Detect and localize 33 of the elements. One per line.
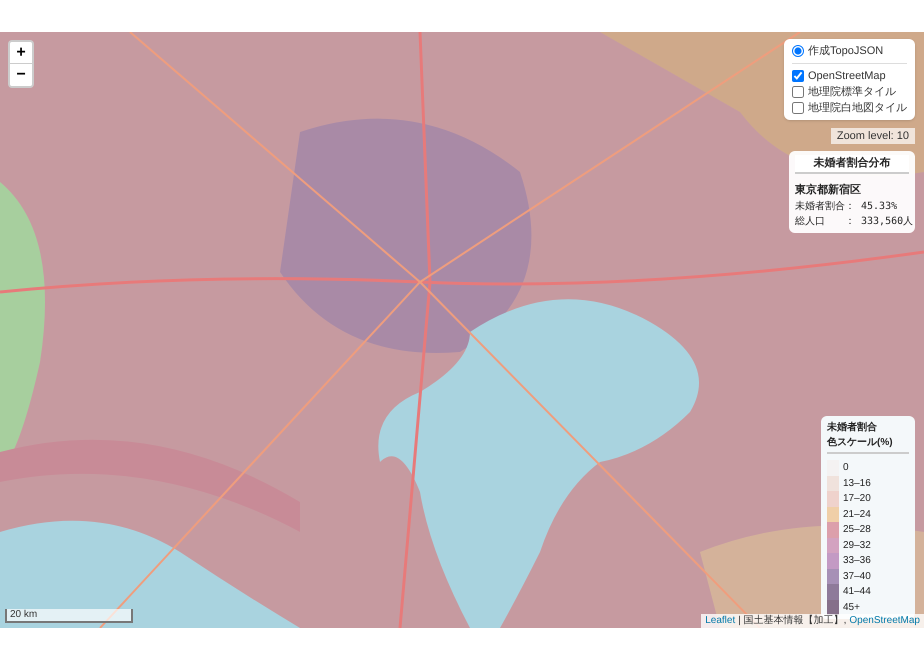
legend-label: 41–44	[843, 585, 871, 600]
legend-label: 29–32	[843, 538, 871, 553]
zoom-out-button[interactable]: −	[10, 64, 32, 86]
zoom-in-button[interactable]: +	[10, 42, 32, 64]
legend-title: 色スケール(%)	[827, 436, 894, 450]
layer-checkbox[interactable]	[792, 86, 804, 98]
legend-label: 13–16	[843, 476, 871, 491]
zoom-level-label: Zoom level: 10	[830, 128, 915, 144]
legend-label: 0	[843, 461, 849, 476]
layer-checkbox[interactable]	[792, 102, 804, 114]
legend-label: 33–36	[843, 554, 871, 568]
legend-title: 未婚者割合	[827, 420, 878, 435]
legend-label: 17–20	[843, 492, 871, 506]
info-value: 45.33%	[861, 200, 898, 214]
legend-label: 45+	[843, 600, 860, 615]
info-title: 未婚者割合分布	[795, 155, 909, 174]
region-name: 東京都新宿区	[795, 182, 862, 198]
layer-label: 地理院白地図タイル	[808, 100, 907, 116]
info-label: 未婚者割合：	[795, 200, 855, 214]
legend-label: 21–24	[843, 508, 871, 522]
layer-label: 作成TopoJSON	[808, 44, 884, 59]
legend-label: 37–40	[843, 570, 871, 584]
layer-checkbox[interactable]	[792, 70, 804, 82]
layer-radio[interactable]	[792, 45, 804, 57]
scale-bar: 20 km	[5, 609, 133, 623]
info-label: 総人口 ：	[795, 215, 855, 229]
attribution-text: | 国土基本情報【加工】,	[738, 614, 846, 628]
info-value: 333,560人	[861, 215, 914, 229]
layer-label: 地理院標準タイル	[808, 84, 896, 100]
layer-label: OpenStreetMap	[808, 68, 886, 84]
leaflet-link[interactable]: Leaflet	[705, 614, 736, 628]
openstreetmap-link[interactable]: OpenStreetMap	[849, 614, 920, 628]
legend-label: 25–28	[843, 523, 871, 538]
